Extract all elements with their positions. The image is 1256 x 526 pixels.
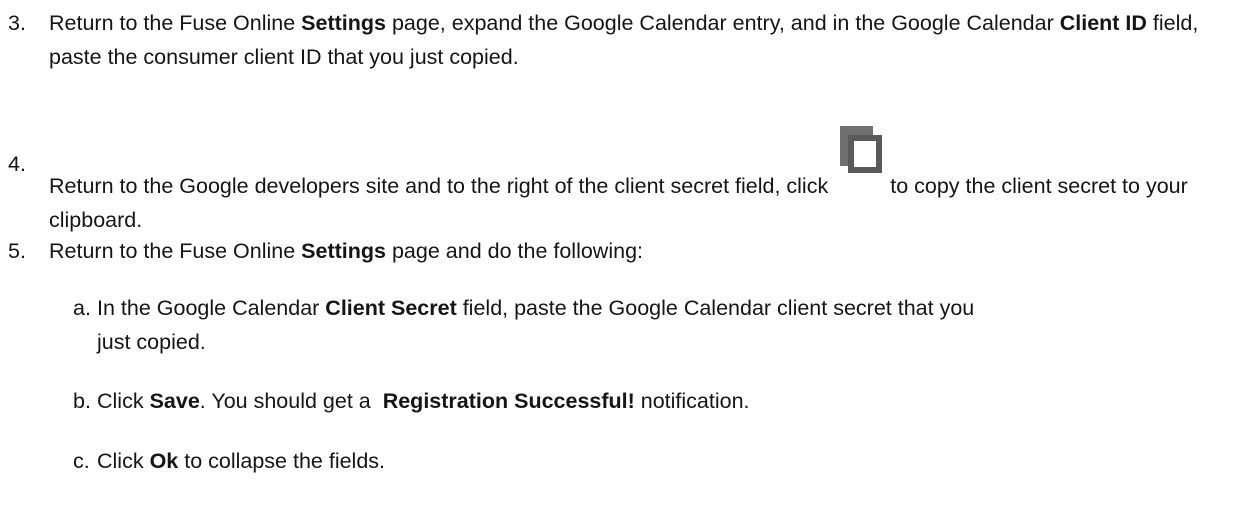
substep-letter: b.	[73, 389, 91, 413]
step-number: 5.	[8, 239, 26, 263]
substep-c: c. Click Ok to collapse the fields.	[0, 444, 1250, 478]
substep-letter: c.	[73, 449, 90, 473]
save-term: Save	[149, 389, 200, 413]
client-id-term: Client ID	[1059, 11, 1147, 35]
copy-icon	[838, 126, 883, 199]
substep-text: Click Ok to collapse the fields.	[97, 449, 386, 473]
registration-successful-term: Registration Successful!	[382, 389, 635, 413]
step-number: 3.	[8, 11, 26, 35]
step-4: 4. Return to the Google developers site …	[0, 126, 1250, 237]
client-secret-term: Client Secret	[325, 296, 457, 320]
substep-a: a. In the Google Calendar Client Secret …	[0, 291, 1250, 359]
settings-term: Settings	[301, 239, 386, 263]
step-3: 3. Return to the Fuse Online Settings pa…	[0, 6, 1250, 74]
ok-term: Ok	[149, 449, 179, 473]
substep-text: Click Save. You should get a Registratio…	[97, 389, 750, 413]
step-5: 5. Return to the Fuse Online Settings pa…	[0, 234, 1250, 268]
substep-letter: a.	[73, 296, 91, 320]
substep-text: In the Google Calendar Client Secret fie…	[97, 296, 975, 354]
step-text: Return to the Fuse Online Settings page …	[49, 239, 644, 263]
step-text: Return to the Fuse Online Settings page,…	[49, 11, 1199, 69]
substep-b: b. Click Save. You should get a Registra…	[0, 384, 1250, 418]
step-number: 4.	[8, 152, 26, 176]
settings-term: Settings	[301, 11, 386, 35]
step-text: Return to the Google developers site and…	[49, 126, 1250, 237]
